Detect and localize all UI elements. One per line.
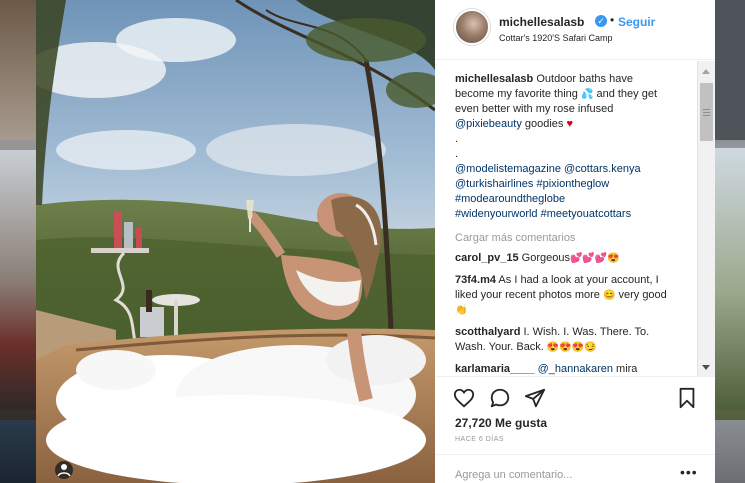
comment-username[interactable]: 73f4.m4 [455, 274, 496, 286]
load-more-comments-button[interactable]: Cargar más comentarios [455, 232, 695, 244]
scrollbar-thumb[interactable] [700, 83, 713, 141]
caption-mention-pixiebeauty[interactable]: @pixiebeauty [455, 118, 522, 130]
background-photo-right-middle [715, 148, 745, 410]
caption-tags-line-4[interactable]: #widenyourworld #meetyouatcottars [455, 207, 675, 222]
comment-username[interactable]: karlamaria____ [455, 363, 535, 375]
caption-username[interactable]: michellesalasb [455, 73, 533, 85]
caption-tags-line-3[interactable]: #modearoundtheglobe [455, 192, 675, 207]
comment-bubble-icon[interactable] [489, 387, 511, 409]
post-actions-bar [435, 376, 715, 412]
background-photo-left [0, 0, 36, 483]
smile-emoji-icon: 😊 [602, 290, 616, 301]
follow-button[interactable]: Seguir [618, 15, 655, 29]
heart-outline-icon[interactable] [453, 387, 475, 409]
red-heart-emoji-icon: ♥ [566, 118, 574, 130]
post-location[interactable]: Cottar's 1920'S Safari Camp [499, 33, 613, 43]
post-side-panel: michellesalasb ✓ • Seguir Cottar's 1920'… [435, 0, 715, 483]
comment-username[interactable]: scotthalyard [455, 326, 520, 338]
caption-dot-1: . [455, 133, 459, 145]
scroll-down-arrow-icon[interactable] [702, 365, 710, 370]
caption-text-3: goodies [521, 118, 567, 130]
caption-tags-line-1[interactable]: @modelistemagazine @cottars.kenya [455, 162, 675, 177]
avatar[interactable] [454, 9, 490, 45]
share-plane-icon[interactable] [524, 387, 546, 409]
add-comment-bar: Agrega un comentario... ••• [435, 454, 715, 483]
hearts-emoji-icon: 💕💕💕😍 [569, 253, 620, 264]
scroll-up-arrow-icon[interactable] [702, 69, 710, 74]
background-photo-left-bottom [0, 420, 36, 483]
comment-item: karlamaria____ @_hannakaren mira ♡ [455, 362, 670, 375]
caption-dot-2: . [455, 148, 459, 160]
post-header: michellesalasb ✓ • Seguir Cottar's 1920'… [435, 0, 715, 60]
add-comment-input[interactable]: Agrega un comentario... [455, 469, 572, 481]
caption-tags-line-2[interactable]: @turkishairlines #pixiontheglow [455, 177, 675, 192]
likes-count[interactable]: 27,720 Me gusta [455, 416, 547, 430]
post-photo-illustration [36, 0, 435, 483]
post-username[interactable]: michellesalasb [499, 15, 584, 29]
verified-badge-icon: ✓ [595, 15, 607, 27]
comments-list[interactable]: michellesalasb Outdoor baths have become… [435, 61, 695, 375]
comment-item: carol_pv_15 Gorgeous💕💕💕😍 ♡ [455, 251, 670, 266]
comments-scrollbar[interactable] [697, 61, 715, 376]
background-photo-right [715, 0, 745, 483]
more-options-icon[interactable]: ••• [680, 464, 698, 480]
background-photo-left-middle [0, 150, 36, 410]
post-photo[interactable] [36, 0, 435, 483]
comment-item: 73f4.m4 As I had a look at your account,… [455, 273, 670, 318]
comment-username[interactable]: carol_pv_15 [455, 252, 519, 264]
water-drops-emoji-icon: 💦 [580, 89, 594, 100]
heart-eyes-emoji-icon: 😍😍😍😏 [546, 342, 597, 353]
header-separator: • [610, 13, 615, 27]
background-photo-right-bottom [715, 420, 745, 483]
comment-text: Gorgeous [518, 252, 570, 264]
clap-emoji-icon: 👏 [455, 305, 468, 316]
post-timestamp[interactable]: HACE 6 DÍAS [455, 436, 504, 443]
post-caption: michellesalasb Outdoor baths have become… [455, 72, 675, 222]
comment-text-after: very good [615, 289, 667, 301]
comment-text: mira [612, 363, 638, 375]
comment-mention[interactable]: @_hannakaren [538, 363, 613, 375]
comment-item: scotthalyard I. Wish. I. Was. There. To.… [455, 325, 670, 355]
background-photo-left-top [0, 0, 36, 140]
bookmark-icon[interactable] [676, 387, 698, 409]
background-photo-right-top [715, 0, 745, 140]
